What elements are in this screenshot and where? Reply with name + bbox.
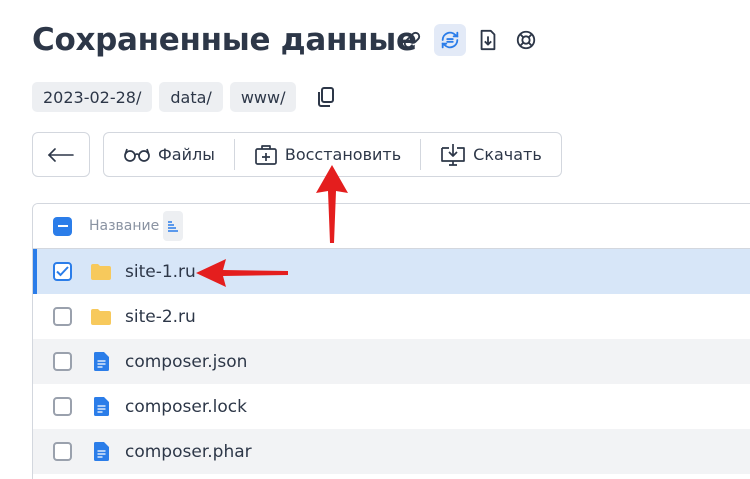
glasses-icon <box>124 148 150 162</box>
file-name[interactable]: composer.json <box>125 352 247 372</box>
table-row[interactable]: site-2.ru <box>33 294 750 339</box>
checkmark-icon <box>56 266 69 277</box>
row-checkbox[interactable] <box>53 397 72 416</box>
document-icon <box>90 442 112 461</box>
lifebuoy-icon[interactable] <box>510 24 542 56</box>
files-button-label: Файлы <box>158 145 215 164</box>
back-button[interactable] <box>32 132 90 177</box>
folder-icon <box>90 308 112 325</box>
breadcrumb-item[interactable]: www/ <box>229 82 297 112</box>
download-button[interactable]: Скачать <box>421 133 561 176</box>
file-name[interactable]: composer.phar <box>125 442 252 462</box>
folder-icon <box>90 263 112 280</box>
page-title: Сохраненные данные <box>32 22 417 58</box>
row-checkbox[interactable] <box>53 262 72 281</box>
row-checkbox[interactable] <box>53 307 72 326</box>
annotation-arrow-up <box>316 165 348 243</box>
sync-icon[interactable] <box>434 24 466 56</box>
link-icon[interactable] <box>396 24 428 56</box>
download-button-label: Скачать <box>473 145 542 164</box>
file-table: Название site-1.ru site-2.ru composer.js… <box>32 203 750 479</box>
row-checkbox[interactable] <box>53 352 72 371</box>
annotation-arrow-left <box>196 259 288 287</box>
download-icon <box>441 143 466 166</box>
table-row[interactable]: composer.phar <box>33 429 750 474</box>
document-icon <box>90 397 112 416</box>
file-name[interactable]: site-2.ru <box>125 307 196 327</box>
breadcrumb-item[interactable]: data/ <box>159 82 223 112</box>
table-row[interactable]: composer.json <box>33 339 750 384</box>
breadcrumb-item[interactable]: 2023-02-28/ <box>32 82 153 112</box>
file-name[interactable]: site-1.ru <box>125 262 196 282</box>
download-file-icon[interactable] <box>472 24 504 56</box>
arrow-left-icon <box>47 147 74 162</box>
row-checkbox[interactable] <box>53 442 72 461</box>
name-column-header[interactable]: Название <box>89 218 159 234</box>
select-all-checkbox[interactable] <box>53 216 72 236</box>
file-name[interactable]: composer.lock <box>125 397 247 417</box>
title-actions <box>396 24 542 56</box>
table-row[interactable]: composer.lock <box>33 384 750 429</box>
restore-icon <box>254 144 277 165</box>
breadcrumb: 2023-02-28/ data/ www/ <box>32 82 335 112</box>
copy-icon[interactable] <box>317 86 335 108</box>
table-header: Название <box>33 204 750 249</box>
document-icon <box>90 352 112 371</box>
sort-icon[interactable] <box>163 211 184 241</box>
files-button[interactable]: Файлы <box>104 133 234 176</box>
restore-button-label: Восстановить <box>284 145 402 164</box>
table-row[interactable]: site-1.ru <box>33 249 750 294</box>
